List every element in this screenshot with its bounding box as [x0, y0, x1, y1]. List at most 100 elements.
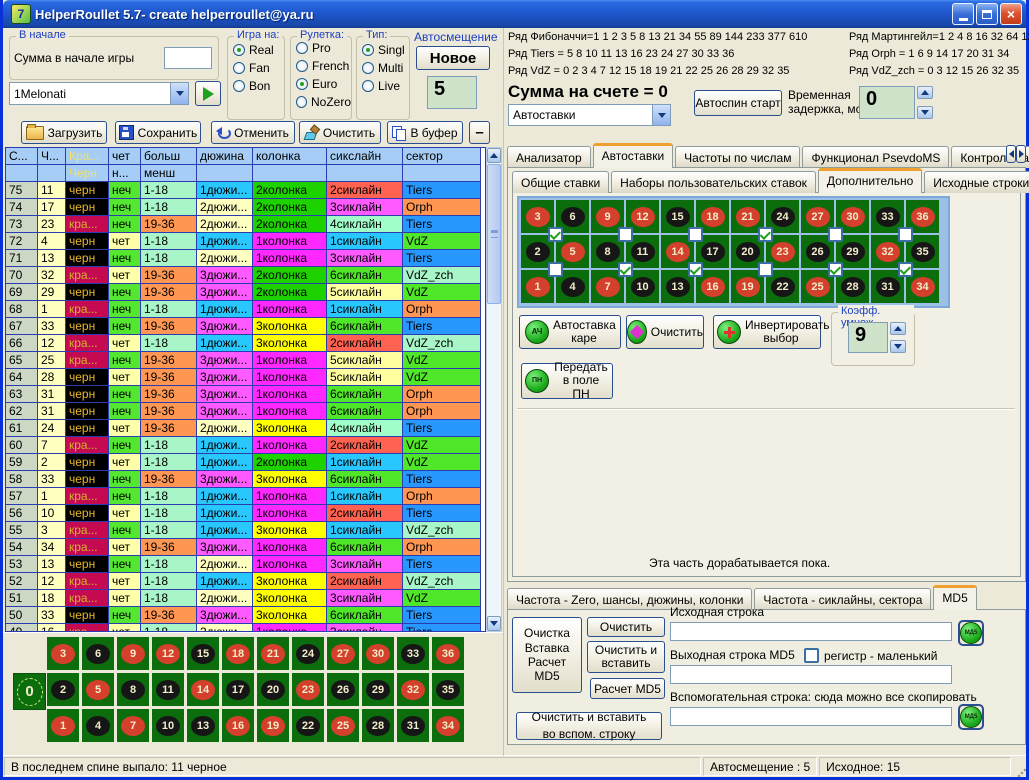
column-header[interactable]: С... — [6, 148, 38, 165]
md5-clear-button[interactable]: Очистить — [587, 617, 665, 637]
radio-option-nozero[interactable]: NoZero — [296, 95, 351, 109]
board-cell-7[interactable]: 7 — [117, 709, 149, 742]
column-header[interactable]: чет — [109, 148, 141, 165]
board-cell-32[interactable]: 32 — [397, 673, 429, 706]
column-header[interactable]: сектор — [403, 148, 481, 165]
column-header[interactable]: Ч... — [38, 148, 66, 165]
tab-автоставки[interactable]: Автоставки — [593, 143, 674, 168]
column-header[interactable] — [253, 165, 327, 182]
delay-spinner[interactable] — [917, 86, 933, 119]
table-row[interactable]: 681кра...неч1-181дюжи...1колонка1сиклайн… — [6, 301, 485, 318]
column-header[interactable]: Кра... — [66, 148, 109, 165]
table-row[interactable]: 5434кра...чет19-363дюжи...1колонка6сикла… — [6, 539, 485, 556]
tab-общие-ставки[interactable]: Общие ставки — [512, 171, 609, 193]
md5-clear-paste-button[interactable]: Очистить и вставить — [587, 641, 665, 673]
board-cell-4[interactable]: 4 — [82, 709, 114, 742]
table-row[interactable]: 5118кра...чет1-182дюжи...3колонка3сиклай… — [6, 590, 485, 607]
column-header[interactable]: сикслайн — [327, 148, 403, 165]
table-row[interactable]: 6331черннеч19-363дюжи...1колонка6сиклайн… — [6, 386, 485, 403]
radio-option-multi[interactable]: Multi — [362, 61, 409, 75]
bet-checkbox-upper-1[interactable] — [548, 227, 563, 242]
table-row[interactable]: 7323кра...неч19-362дюжи...2колонка4сикла… — [6, 216, 485, 233]
board-cell-28[interactable]: 28 — [362, 709, 394, 742]
board-cell-14[interactable]: 14 — [187, 673, 219, 706]
grid-clear-button[interactable]: Очистить — [626, 315, 704, 349]
minimize-button[interactable] — [952, 3, 974, 25]
register-checkbox[interactable] — [804, 648, 819, 663]
table-row[interactable]: 6929черннеч19-363дюжи...2колонка5сиклайн… — [6, 284, 485, 301]
table-row[interactable]: 7511черннеч1-181дюжи...2колонка2сиклайнT… — [6, 182, 485, 199]
tab-анализатор[interactable]: Анализатор — [507, 146, 591, 168]
bet-checkbox-upper-2[interactable] — [618, 227, 633, 242]
md5-source-input[interactable] — [670, 622, 952, 641]
spinner-down-button[interactable] — [917, 106, 933, 119]
board-cell-20[interactable]: 20 — [257, 673, 289, 706]
tab-функционал-psevdoms[interactable]: Функционал PsevdoMS — [802, 146, 949, 168]
table-row[interactable]: 7417черннеч1-182дюжи...2колонка3сиклайнO… — [6, 199, 485, 216]
board-cell-12[interactable]: 12 — [152, 637, 184, 670]
radio-option-euro[interactable]: Euro — [296, 77, 351, 91]
board-cell-22[interactable]: 22 — [292, 709, 324, 742]
bet-checkbox-upper-6[interactable] — [898, 227, 913, 242]
board-cell-zero[interactable]: 0 — [13, 673, 46, 710]
tab-дополнительно[interactable]: Дополнительно — [818, 168, 922, 193]
md5-run-button[interactable]: МД5 — [958, 620, 984, 646]
radio-option-pro[interactable]: Pro — [296, 41, 351, 55]
tab-исходные-строки-мд[interactable]: Исходные строки МД — [924, 171, 1029, 193]
play-button[interactable] — [195, 81, 221, 106]
board-cell-13[interactable]: 13 — [187, 709, 219, 742]
bets-combo-dropdown[interactable] — [652, 105, 670, 125]
undo-button[interactable]: Отменить — [211, 121, 295, 144]
scroll-up-button[interactable] — [487, 148, 501, 163]
tabs-scroll-left-button[interactable] — [1006, 145, 1016, 163]
md5-output-input[interactable] — [670, 665, 952, 684]
column-header[interactable]: дюжина — [197, 148, 253, 165]
board-cell-35[interactable]: 35 — [432, 673, 464, 706]
autospin-button[interactable]: Автоспин старт — [694, 90, 782, 116]
table-scrollbar[interactable] — [486, 147, 502, 632]
board-cell-31[interactable]: 31 — [397, 709, 429, 742]
scroll-down-button[interactable] — [487, 616, 501, 631]
column-header[interactable] — [38, 165, 66, 182]
maximize-button[interactable] — [976, 3, 998, 25]
board-cell-9[interactable]: 9 — [117, 637, 149, 670]
collapse-button[interactable]: – — [469, 121, 490, 144]
table-row[interactable]: 724чернчет1-181дюжи...1колонка1сиклайнVd… — [6, 233, 485, 250]
board-cell-18[interactable]: 18 — [222, 637, 254, 670]
table-row[interactable]: 5212кра...чет1-181дюжи...3колонка2сиклай… — [6, 573, 485, 590]
multiplier-spinner[interactable] — [890, 322, 906, 353]
md5-aux-run-button[interactable]: МД5 — [958, 704, 984, 730]
board-cell-15[interactable]: 15 — [187, 637, 219, 670]
resize-grip[interactable] — [1012, 756, 1026, 777]
table-row[interactable]: 607кра...неч1-181дюжи...1колонка2сиклайн… — [6, 437, 485, 454]
table-row[interactable]: 5610чернчет1-181дюжи...1колонка2сиклайнT… — [6, 505, 485, 522]
board-cell-19[interactable]: 19 — [257, 709, 289, 742]
md5-big-button[interactable]: Очистка Вставка Расчет MD5 — [512, 617, 582, 693]
column-header[interactable]: Черн — [66, 165, 109, 182]
load-button[interactable]: Загрузить — [21, 121, 107, 144]
board-cell-34[interactable]: 34 — [432, 709, 464, 742]
spinner-down-button[interactable] — [890, 340, 906, 353]
table-row[interactable]: 4916кра...чет1-182дюжи...1колонка3сиклай… — [6, 624, 485, 632]
to-buffer-button[interactable]: В буфер — [387, 121, 463, 144]
radio-option-fan[interactable]: Fan — [233, 61, 284, 75]
column-header[interactable]: больш — [141, 148, 197, 165]
bet-checkbox-lower-4[interactable] — [758, 262, 773, 277]
board-cell-25[interactable]: 25 — [327, 709, 359, 742]
board-cell-3[interactable]: 3 — [47, 637, 79, 670]
spin-history-table[interactable]: С...Ч...Кра...четбольшдюжинаколонкасиксл… — [5, 147, 486, 632]
bet-checkbox-lower-6[interactable] — [898, 262, 913, 277]
board-cell-8[interactable]: 8 — [117, 673, 149, 706]
column-header[interactable]: н... — [109, 165, 141, 182]
board-cell-17[interactable]: 17 — [222, 673, 254, 706]
clear-button[interactable]: Очистить — [299, 121, 381, 144]
table-row[interactable]: 6612кра...чет1-181дюжи...3колонка2сиклай… — [6, 335, 485, 352]
autobet-corner-button[interactable]: АЧ Автоставка каре — [519, 315, 621, 349]
board-cell-16[interactable]: 16 — [222, 709, 254, 742]
save-button[interactable]: Сохранить — [115, 121, 201, 144]
column-header[interactable] — [197, 165, 253, 182]
tab-md5[interactable]: MD5 — [933, 585, 976, 610]
board-cell-29[interactable]: 29 — [362, 673, 394, 706]
table-row[interactable]: 592чернчет1-181дюжи...2колонка1сиклайнVd… — [6, 454, 485, 471]
table-row[interactable]: 6231черннеч19-363дюжи...1колонка6сиклайн… — [6, 403, 485, 420]
